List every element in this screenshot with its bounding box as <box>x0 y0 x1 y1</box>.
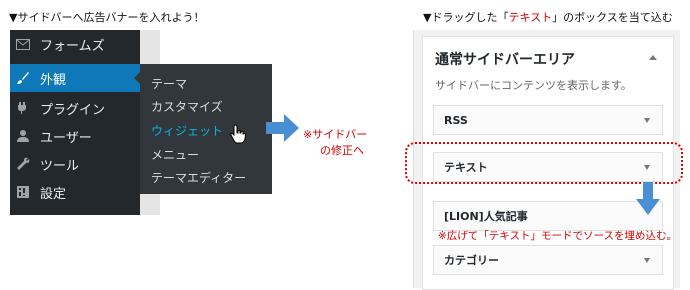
menu-item-label: フォームズ <box>40 38 105 54</box>
widget-label: [LION]人気記事 <box>444 210 528 223</box>
plugin-icon <box>16 101 30 115</box>
right-caption-prefix: ▼ドラッグした「 <box>423 11 509 24</box>
right-caption: ▼ドラッグした「テキスト」のボックスを当て込む <box>423 9 673 25</box>
sidebar-edit-note-line1: ※サイドバー <box>303 128 368 141</box>
arrow-right-icon <box>266 114 300 146</box>
appearance-submenu: テーマ カスタマイズ ウィジェット メニュー テーマエディター <box>140 64 272 194</box>
widget-label: カテゴリー <box>444 254 499 267</box>
menu-item-users[interactable]: ユーザー <box>10 122 140 150</box>
menu-item-label: ツール <box>40 158 80 174</box>
left-caption: ▼サイドバーへ広告バナーを入れよう！ <box>9 11 205 24</box>
menu-item-label: ユーザー <box>40 130 92 146</box>
wrench-icon <box>16 157 30 171</box>
menu-item-label: 設定 <box>40 186 67 202</box>
submenu-item-themes[interactable]: テーマ <box>151 75 187 92</box>
widget-rss[interactable]: RSS <box>433 105 663 135</box>
settings-icon <box>16 185 30 199</box>
menu-item-forms[interactable]: フォームズ <box>10 30 140 58</box>
user-icon <box>16 129 30 143</box>
submenu-item-customize[interactable]: カスタマイズ <box>151 98 223 115</box>
submenu-item-menus[interactable]: メニュー <box>151 146 199 163</box>
menu-item-tools[interactable]: ツール <box>10 150 140 178</box>
expand-arrow-icon[interactable] <box>644 258 650 263</box>
hand-cursor-icon <box>230 124 247 148</box>
widget-label: RSS <box>444 113 468 127</box>
widget-categories[interactable]: カテゴリー <box>433 245 663 275</box>
menu-item-plugins[interactable]: プラグイン <box>10 94 140 122</box>
expand-arrow-icon[interactable] <box>644 118 650 123</box>
right-caption-suffix: 」のボックスを当て込む <box>552 11 673 24</box>
menu-item-appearance[interactable]: 外観 <box>10 64 141 92</box>
sidebar-edit-note-line2: の修正へ <box>320 144 364 157</box>
right-caption-highlight: テキスト <box>508 11 553 24</box>
envelope-icon <box>16 37 30 51</box>
expand-text-mode-note: ※広げて「テキスト」モードでソースを埋め込む。 <box>438 230 677 242</box>
admin-menu: フォームズ 外観 プラグイン ユーザー ツール 設定 <box>10 30 141 215</box>
menu-item-label: 外観 <box>40 72 67 88</box>
text-widget-highlight <box>405 142 683 184</box>
submenu-item-theme-editor[interactable]: テーマエディター <box>151 169 246 186</box>
submenu-item-widgets[interactable]: ウィジェット <box>151 122 223 139</box>
widget-area-title: 通常サイドバーエリア <box>435 52 575 68</box>
brush-icon <box>16 71 30 85</box>
arrow-down-icon <box>636 182 660 220</box>
widget-area-description: サイドバーにコンテンツを表示します。 <box>435 79 632 92</box>
menu-item-settings[interactable]: 設定 <box>10 178 140 206</box>
menu-item-label: プラグイン <box>40 102 106 118</box>
collapse-arrow-icon[interactable] <box>649 55 657 60</box>
widget-popular-posts[interactable]: [LION]人気記事 <box>433 201 663 231</box>
